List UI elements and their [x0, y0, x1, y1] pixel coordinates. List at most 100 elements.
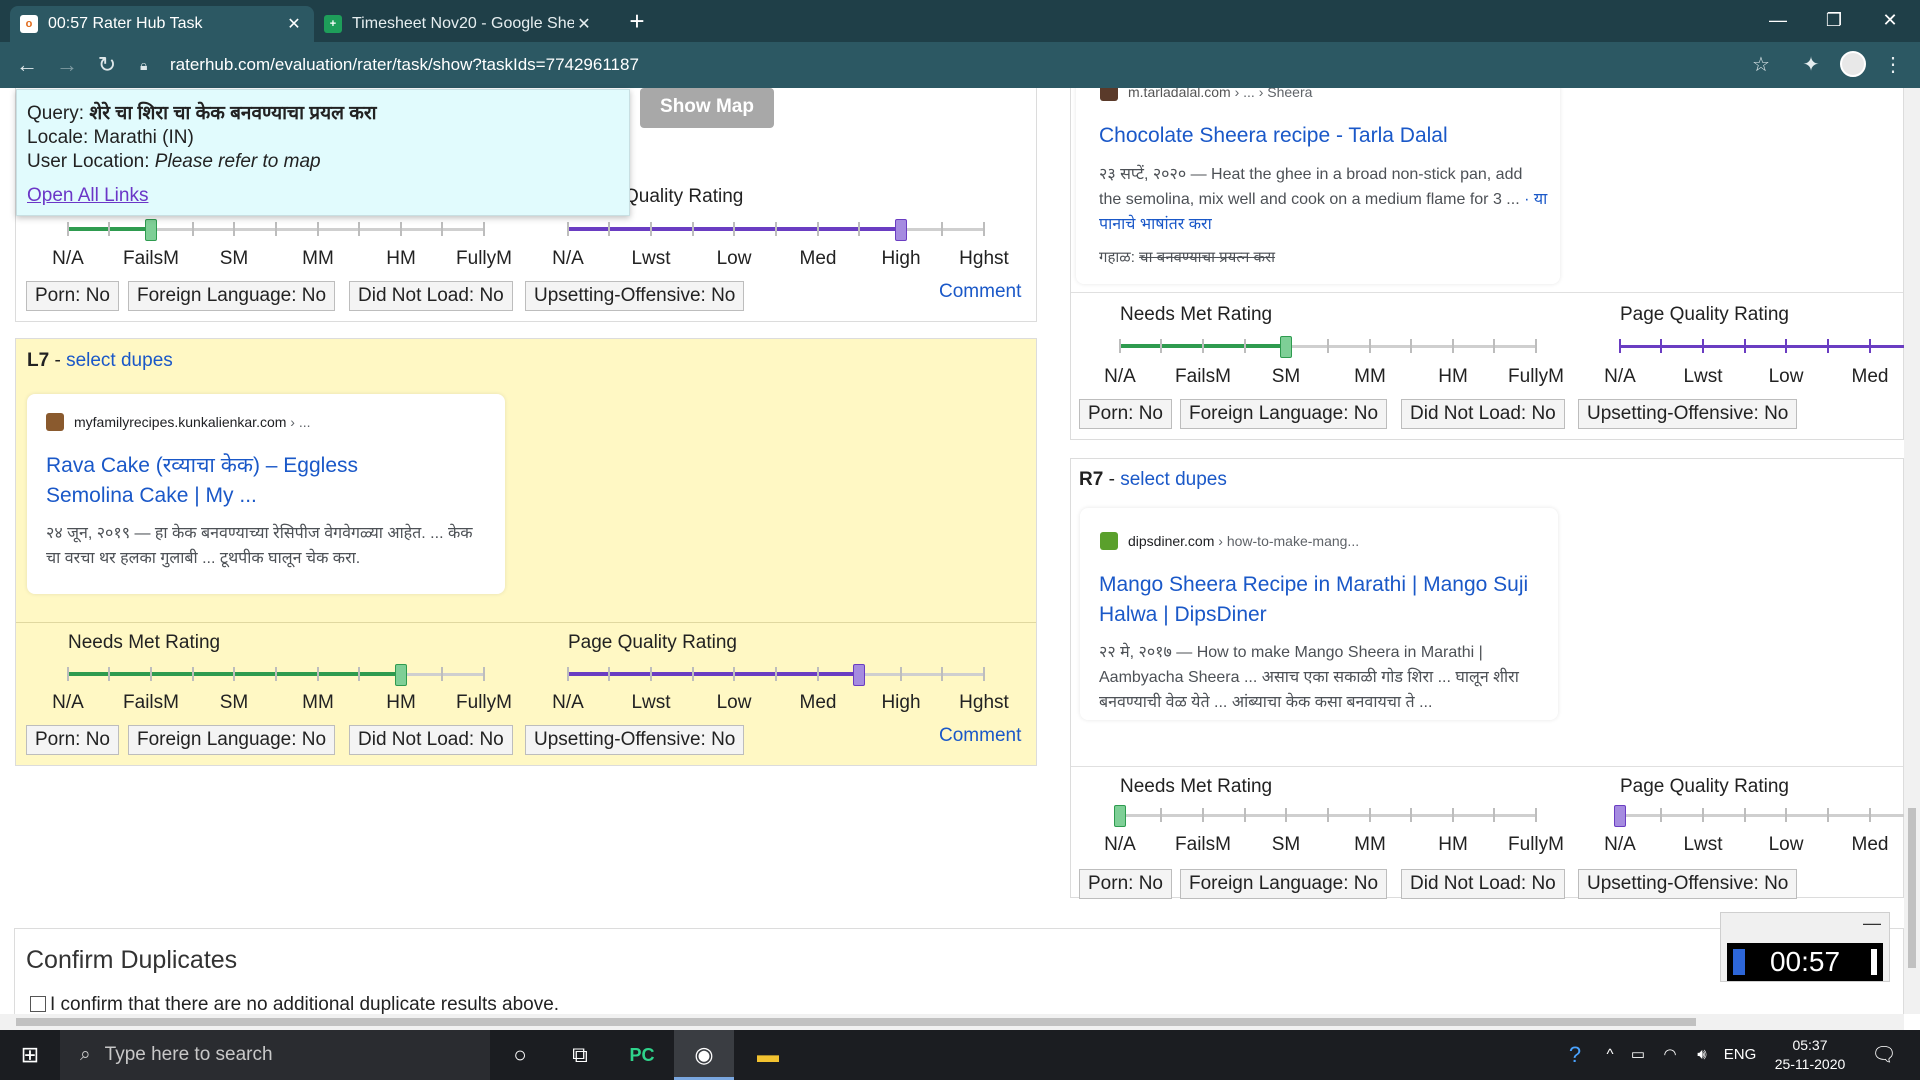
- foreign-language-flag[interactable]: Foreign Language: No: [1180, 869, 1388, 899]
- wifi-icon[interactable]: ◠: [1656, 1030, 1684, 1080]
- restore-window-icon[interactable]: ❐: [1806, 0, 1862, 40]
- scale-label: N/A: [1104, 366, 1136, 387]
- page-quality-slider[interactable]: [1614, 805, 1904, 827]
- foreign-language-flag[interactable]: Foreign Language: No: [1180, 399, 1388, 429]
- taskbar-search-box[interactable]: ⌕ Type here to search: [60, 1030, 490, 1080]
- select-dupes-link[interactable]: select dupes: [1120, 469, 1227, 490]
- chrome-taskbar-icon[interactable]: ◉: [674, 1030, 734, 1080]
- page-quality-slider[interactable]: [567, 219, 985, 241]
- scale-label: N/A: [1604, 366, 1636, 387]
- page-quality-handle[interactable]: [895, 219, 907, 241]
- upsetting-offensive-flag[interactable]: Upsetting-Offensive: No: [1578, 399, 1798, 429]
- comment-link[interactable]: Comment: [939, 725, 1021, 747]
- raterhub-favicon-icon: o: [20, 15, 38, 33]
- extensions-icon[interactable]: ✦: [1796, 50, 1826, 80]
- vertical-scroll-thumb[interactable]: [1908, 808, 1916, 968]
- did-not-load-flag[interactable]: Did Not Load: No: [349, 725, 513, 755]
- needs-met-handle[interactable]: [145, 219, 157, 241]
- porn-flag[interactable]: Porn: No: [1079, 869, 1172, 899]
- open-all-links[interactable]: Open All Links: [27, 184, 148, 208]
- tab-title: Timesheet Nov20 - Google Sheet: [352, 15, 574, 32]
- porn-flag[interactable]: Porn: No: [1079, 399, 1172, 429]
- close-tab-icon[interactable]: ✕: [574, 14, 594, 34]
- pycharm-icon[interactable]: PC: [612, 1030, 672, 1080]
- scale-label: Lwst: [631, 692, 671, 713]
- timer-end-bar: [1871, 949, 1877, 975]
- minimize-window-icon[interactable]: —: [1750, 0, 1806, 40]
- confirm-checkbox[interactable]: [30, 996, 46, 1012]
- did-not-load-flag[interactable]: Did Not Load: No: [1401, 869, 1565, 899]
- close-tab-icon[interactable]: ✕: [284, 14, 304, 34]
- system-clock[interactable]: 05:37 25-11-2020: [1770, 1036, 1850, 1074]
- page-quality-handle[interactable]: [1614, 805, 1626, 827]
- r7-result-title[interactable]: Mango Sheera Recipe in Marathi | Mango S…: [1099, 570, 1549, 630]
- file-explorer-icon[interactable]: ▬: [738, 1030, 798, 1080]
- timer-minimize-icon[interactable]: —: [1863, 913, 1881, 934]
- back-icon[interactable]: ←: [12, 50, 42, 80]
- search-icon: ⌕: [80, 1044, 91, 1065]
- upsetting-offensive-flag[interactable]: Upsetting-Offensive: No: [1578, 869, 1798, 899]
- foreign-language-flag[interactable]: Foreign Language: No: [128, 281, 336, 311]
- show-hidden-icons[interactable]: ^: [1598, 1030, 1622, 1080]
- comment-link[interactable]: Comment: [939, 281, 1021, 303]
- select-dupes-link[interactable]: select dupes: [66, 350, 173, 371]
- windows-start-icon[interactable]: ⊞: [0, 1030, 60, 1080]
- new-tab-button[interactable]: +: [622, 6, 652, 36]
- site-domain: myfamilyrecipes.kunkalienkar.com: [74, 414, 287, 430]
- result-id: L7: [27, 350, 50, 371]
- vertical-scrollbar[interactable]: [1904, 88, 1920, 1014]
- confirm-checkbox-row[interactable]: I confirm that there are no additional d…: [30, 994, 559, 1016]
- did-not-load-flag[interactable]: Did Not Load: No: [349, 281, 513, 311]
- show-map-button[interactable]: Show Map: [640, 88, 774, 128]
- page-quality-rating-label: Page Quality Rating: [1620, 304, 1789, 325]
- clock-date: 25-11-2020: [1774, 1056, 1846, 1072]
- separator: -: [1108, 469, 1121, 490]
- page-quality-slider[interactable]: [1619, 336, 1904, 356]
- confirm-duplicates-title: Confirm Duplicates: [26, 946, 238, 974]
- needs-met-slider[interactable]: [67, 664, 485, 686]
- scale-label: FullyM: [456, 692, 512, 713]
- upsetting-offensive-flag[interactable]: Upsetting-Offensive: No: [525, 281, 745, 311]
- help-icon[interactable]: ?: [1560, 1030, 1590, 1080]
- sheets-favicon-icon: +: [324, 15, 342, 33]
- profile-avatar[interactable]: [1840, 51, 1866, 77]
- battery-icon[interactable]: ▭: [1624, 1030, 1652, 1080]
- needs-met-handle[interactable]: [1280, 336, 1292, 358]
- l7-result-title[interactable]: Rava Cake (रव्याचा केक) – Eggless Semoli…: [46, 451, 446, 511]
- menu-dots-icon[interactable]: ⋮: [1878, 50, 1908, 80]
- r7-snippet: २२ मे, २०१७ — How to make Mango Sheera i…: [1099, 644, 1519, 711]
- site-favicon-icon: [1100, 532, 1118, 550]
- porn-flag[interactable]: Porn: No: [26, 725, 119, 755]
- task-view-icon[interactable]: ⧉: [550, 1030, 610, 1080]
- porn-flag[interactable]: Porn: No: [26, 281, 119, 311]
- forward-icon[interactable]: →: [52, 50, 82, 80]
- did-not-load-flag[interactable]: Did Not Load: No: [1401, 399, 1565, 429]
- upsetting-offensive-flag[interactable]: Upsetting-Offensive: No: [525, 725, 745, 755]
- right-top-result-title[interactable]: Chocolate Sheera recipe - Tarla Dalal: [1099, 121, 1549, 151]
- bookmark-star-icon[interactable]: ☆: [1746, 50, 1776, 80]
- horizontal-scrollbar[interactable]: [0, 1014, 1904, 1030]
- scale-label: SM: [1271, 834, 1301, 855]
- address-bar[interactable]: 🔒︎ raterhub.com/evaluation/rater/task/sho…: [140, 48, 1750, 82]
- page-quality-slider[interactable]: [567, 664, 985, 686]
- language-indicator[interactable]: ENG: [1720, 1030, 1760, 1080]
- tab-timesheet[interactable]: + Timesheet Nov20 - Google Sheet ✕: [314, 6, 604, 42]
- needs-met-handle[interactable]: [1114, 805, 1126, 827]
- needs-met-slider[interactable]: [1119, 336, 1537, 358]
- scale-label: Lwst: [631, 248, 671, 269]
- user-location-label: User Location:: [27, 151, 150, 172]
- scale-label: FullyM: [1508, 366, 1564, 387]
- needs-met-slider[interactable]: [67, 219, 485, 241]
- horizontal-scroll-thumb[interactable]: [16, 1018, 1696, 1026]
- foreign-language-flag[interactable]: Foreign Language: No: [128, 725, 336, 755]
- notifications-icon[interactable]: 🗨︎: [1864, 1030, 1904, 1080]
- needs-met-handle[interactable]: [395, 664, 407, 686]
- page-quality-handle[interactable]: [853, 664, 865, 686]
- volume-icon[interactable]: 🔊︎: [1688, 1030, 1716, 1080]
- scale-label: N/A: [52, 692, 84, 713]
- close-window-icon[interactable]: ✕: [1862, 0, 1918, 40]
- cortana-icon[interactable]: ○: [490, 1030, 550, 1080]
- reload-icon[interactable]: ↻: [92, 50, 122, 80]
- tab-rater-hub[interactable]: o 00:57 Rater Hub Task ✕: [10, 6, 314, 42]
- needs-met-slider[interactable]: [1114, 805, 1537, 827]
